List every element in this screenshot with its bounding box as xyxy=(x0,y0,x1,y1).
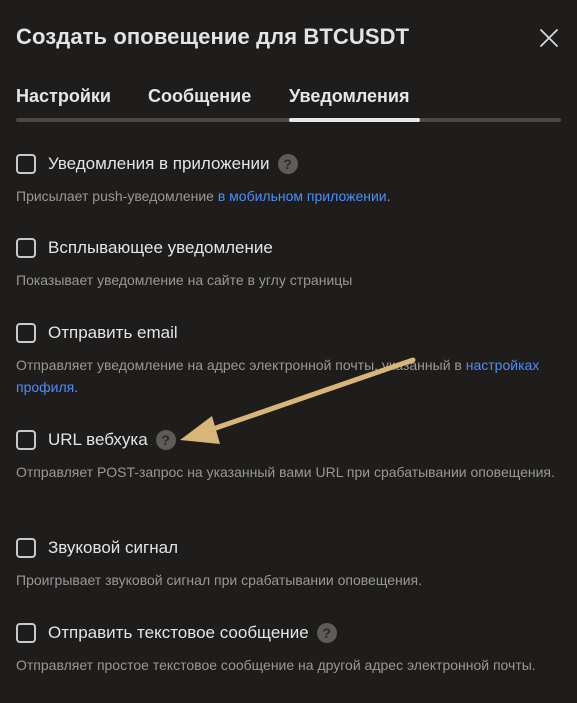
email-desc-text: Отправляет уведомление на адрес электрон… xyxy=(16,357,466,373)
tab-message[interactable]: Сообщение xyxy=(148,86,251,107)
option-webhook: URL вебхука ? Отправляет POST-запрос на … xyxy=(16,428,561,483)
email-label[interactable]: Отправить email xyxy=(48,323,178,343)
email-checkbox[interactable] xyxy=(16,323,36,343)
in-app-description: Присылает push-уведомление в мобильном п… xyxy=(16,185,556,207)
in-app-label[interactable]: Уведомления в приложении xyxy=(48,154,270,174)
sound-checkbox[interactable] xyxy=(16,538,36,558)
active-tab-indicator xyxy=(289,118,420,122)
option-sms: Отправить текстовое сообщение ? Отправля… xyxy=(16,621,561,676)
email-desc-end: . xyxy=(74,379,79,395)
help-icon[interactable]: ? xyxy=(316,623,337,643)
webhook-label[interactable]: URL вебхука xyxy=(48,430,148,450)
sound-description: Проигрывает звуковой сигнал при срабатыв… xyxy=(16,572,423,588)
email-description: Отправляет уведомление на адрес электрон… xyxy=(16,354,556,398)
popup-checkbox[interactable] xyxy=(16,238,36,258)
option-in-app: Уведомления в приложении ? Присылает pus… xyxy=(16,152,561,207)
help-icon[interactable]: ? xyxy=(155,430,176,450)
option-email: Отправить email Отправляет уведомление н… xyxy=(16,321,561,398)
in-app-desc-end: . xyxy=(386,188,391,204)
mobile-app-link[interactable]: в мобильном приложении xyxy=(218,188,387,204)
sms-description: Отправляет простое текстовое сообщение н… xyxy=(16,657,536,673)
help-icon[interactable]: ? xyxy=(277,154,298,174)
option-sound: Звуковой сигнал Проигрывает звуковой сиг… xyxy=(16,536,561,591)
popup-description: Показывает уведомление на сайте в углу с… xyxy=(16,272,353,288)
option-popup: Всплывающее уведомление Показывает уведо… xyxy=(16,236,561,291)
tab-bar: Настройки Сообщение Уведомления xyxy=(16,86,561,122)
close-button[interactable] xyxy=(537,26,561,50)
webhook-description: Отправляет POST-запрос на указанный вами… xyxy=(16,464,555,480)
in-app-checkbox[interactable] xyxy=(16,154,36,174)
popup-label[interactable]: Всплывающее уведомление xyxy=(48,238,273,258)
close-icon[interactable] xyxy=(537,26,561,50)
webhook-checkbox[interactable] xyxy=(16,430,36,450)
tab-settings[interactable]: Настройки xyxy=(16,86,111,107)
sms-checkbox[interactable] xyxy=(16,623,36,643)
sound-label[interactable]: Звуковой сигнал xyxy=(48,538,178,558)
sms-label[interactable]: Отправить текстовое сообщение xyxy=(48,623,309,643)
tab-notifications[interactable]: Уведомления xyxy=(289,86,410,107)
dialog-title: Создать оповещение для BTCUSDT xyxy=(16,24,410,49)
in-app-desc-text: Присылает push-уведомление xyxy=(16,188,218,204)
alert-dialog: Создать оповещение для BTCUSDT Настройки… xyxy=(0,0,577,703)
